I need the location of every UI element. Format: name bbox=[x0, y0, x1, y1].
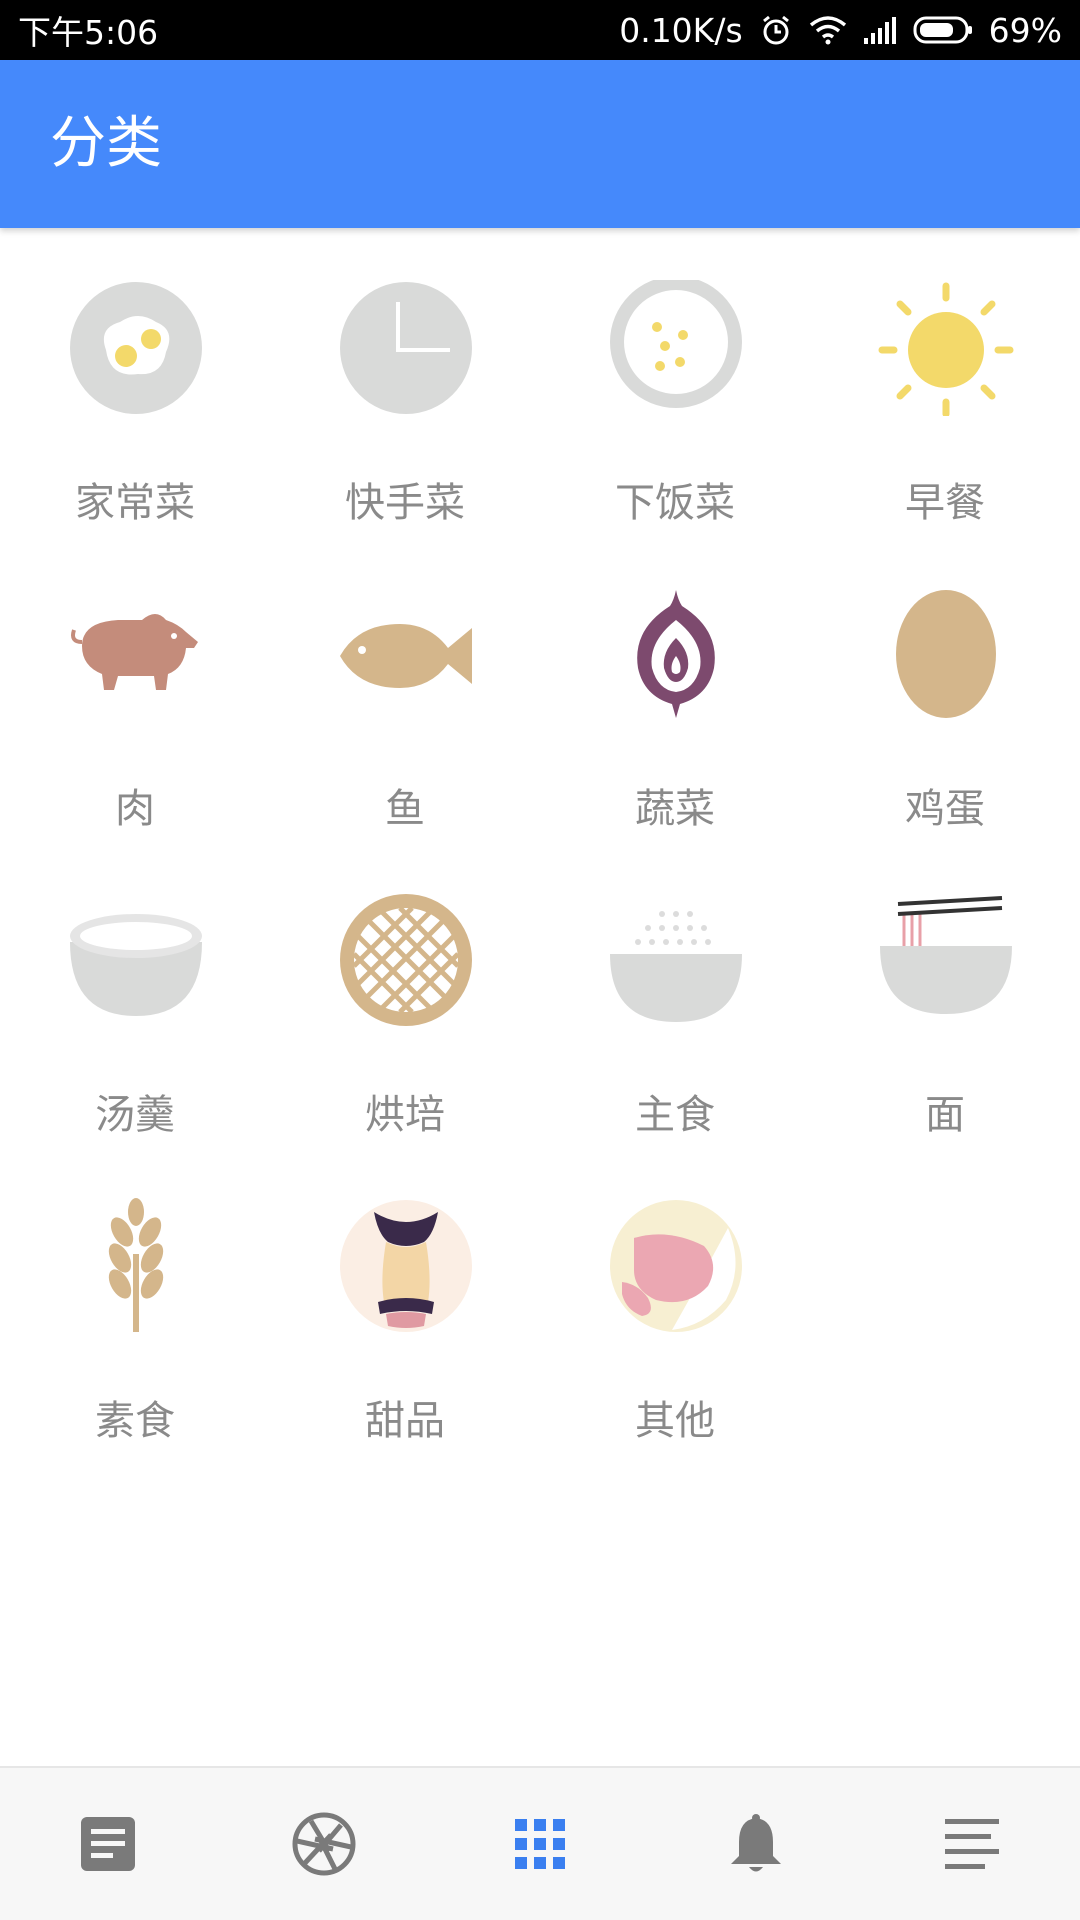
category-label: 汤羹 bbox=[95, 1092, 175, 1138]
app-bar: 分类 bbox=[0, 60, 1080, 228]
aperture-icon bbox=[292, 1812, 356, 1876]
nav-menu[interactable] bbox=[864, 1768, 1080, 1920]
nav-categories[interactable] bbox=[432, 1768, 648, 1920]
other-icon bbox=[610, 1200, 742, 1332]
net-speed: 0.10K/s bbox=[619, 10, 743, 50]
dessert-icon bbox=[340, 1200, 472, 1332]
category-label: 早餐 bbox=[905, 480, 985, 526]
grid-icon bbox=[515, 1819, 565, 1869]
bell-icon bbox=[731, 1814, 781, 1872]
category-item[interactable]: 家常菜 bbox=[0, 228, 270, 534]
wifi-icon bbox=[809, 16, 846, 45]
category-label: 家常菜 bbox=[75, 480, 195, 526]
menu-lines-icon bbox=[945, 1819, 999, 1869]
category-item[interactable]: 肉 bbox=[0, 534, 270, 840]
plate-icon bbox=[610, 280, 742, 408]
status-time: 下午5:06 bbox=[18, 13, 159, 52]
category-label: 鸡蛋 bbox=[905, 786, 985, 832]
clock-icon bbox=[340, 282, 472, 414]
category-item[interactable]: 鱼 bbox=[270, 534, 540, 840]
category-item[interactable]: 素食 bbox=[0, 1146, 270, 1452]
battery-icon bbox=[913, 16, 972, 44]
egg-icon bbox=[896, 590, 996, 718]
signal-icon bbox=[863, 17, 896, 44]
category-item[interactable]: 主食 bbox=[540, 840, 810, 1146]
noodle-bowl-icon bbox=[880, 896, 1012, 1014]
bottom-navigation bbox=[0, 1766, 1080, 1920]
nav-camera[interactable] bbox=[216, 1768, 432, 1920]
category-label: 主食 bbox=[635, 1092, 715, 1138]
onion-icon bbox=[637, 590, 715, 718]
category-label: 甜品 bbox=[365, 1398, 445, 1444]
rice-bowl-icon bbox=[610, 911, 742, 1022]
page-title: 分类 bbox=[50, 111, 162, 176]
category-label: 蔬菜 bbox=[635, 786, 715, 832]
pie-icon bbox=[340, 894, 472, 1026]
category-label: 快手菜 bbox=[345, 480, 465, 526]
nav-feed[interactable] bbox=[0, 1768, 216, 1920]
category-item[interactable]: 蔬菜 bbox=[540, 534, 810, 840]
fried-egg-icon bbox=[70, 282, 202, 414]
category-label: 面 bbox=[925, 1092, 965, 1138]
document-icon bbox=[81, 1817, 135, 1871]
status-icons: 0.10K/s 69% bbox=[619, 11, 1062, 50]
wheat-icon bbox=[108, 1198, 164, 1332]
category-item[interactable]: 快手菜 bbox=[270, 228, 540, 534]
fish-icon bbox=[340, 624, 472, 688]
pig-icon bbox=[71, 614, 198, 690]
category-item[interactable]: 烘培 bbox=[270, 840, 540, 1146]
category-label: 肉 bbox=[115, 786, 155, 832]
category-item[interactable]: 鸡蛋 bbox=[810, 534, 1080, 840]
status-bar: 下午5:06 0.10K/s 69% bbox=[0, 0, 1080, 60]
category-label: 素食 bbox=[95, 1398, 175, 1444]
category-item[interactable]: 汤羹 bbox=[0, 840, 270, 1146]
category-item[interactable]: 其他 bbox=[540, 1146, 810, 1452]
nav-notifications[interactable] bbox=[648, 1768, 864, 1920]
alarm-icon bbox=[762, 15, 789, 45]
category-label: 下饭菜 bbox=[615, 480, 735, 526]
category-label: 烘培 bbox=[365, 1092, 445, 1138]
category-item[interactable]: 甜品 bbox=[270, 1146, 540, 1452]
category-item[interactable]: 面 bbox=[810, 840, 1080, 1146]
category-item[interactable]: 早餐 bbox=[810, 228, 1080, 534]
category-label: 鱼 bbox=[385, 786, 425, 832]
category-item[interactable]: 下饭菜 bbox=[540, 228, 810, 534]
soup-bowl-icon bbox=[70, 914, 202, 1016]
sun-icon bbox=[878, 282, 1014, 416]
category-label: 其他 bbox=[635, 1398, 715, 1444]
battery-percent: 69% bbox=[988, 10, 1062, 50]
